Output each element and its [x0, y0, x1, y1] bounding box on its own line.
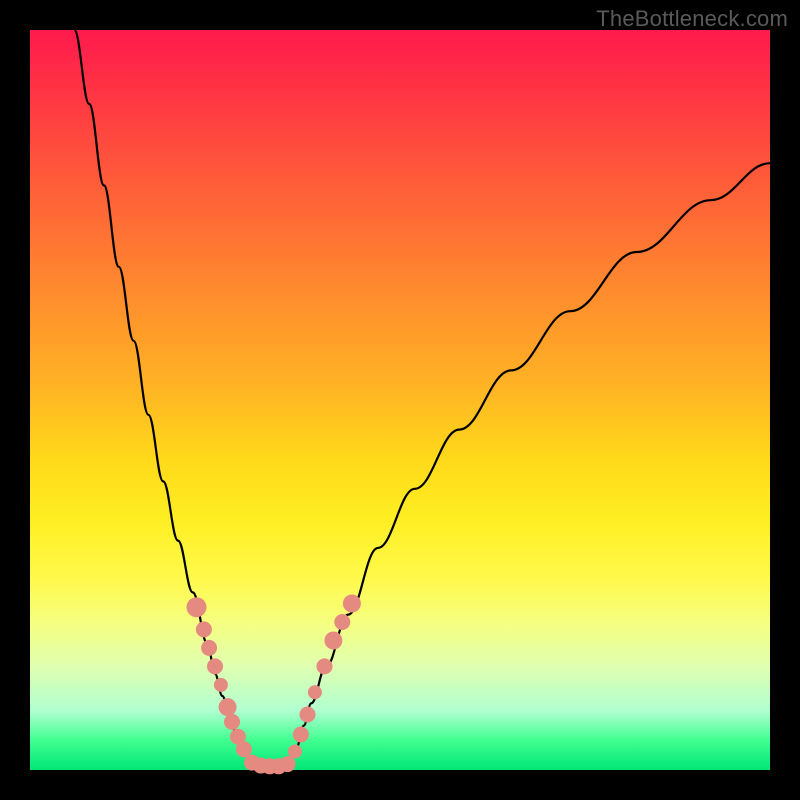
- marker-left-2: [201, 640, 217, 656]
- marker-right-2: [300, 707, 316, 723]
- chart-frame: TheBottleneck.com: [0, 0, 800, 800]
- marker-left-8: [236, 741, 252, 757]
- marker-group: [187, 595, 361, 775]
- marker-right-7: [343, 595, 361, 613]
- chart-svg: [30, 30, 770, 770]
- marker-right-4: [317, 658, 333, 674]
- plot-area: [30, 30, 770, 770]
- marker-right-0: [288, 745, 302, 759]
- marker-left-5: [219, 698, 237, 716]
- marker-right-3: [308, 685, 322, 699]
- marker-left-4: [214, 678, 228, 692]
- marker-right-1: [293, 726, 309, 742]
- marker-bottom-4: [280, 756, 296, 772]
- marker-left-6: [224, 714, 240, 730]
- marker-left-1: [196, 621, 212, 637]
- marker-right-6: [334, 614, 350, 630]
- curve-right: [289, 163, 770, 762]
- marker-right-5: [324, 632, 342, 650]
- watermark-text: TheBottleneck.com: [596, 6, 788, 32]
- marker-left-3: [207, 658, 223, 674]
- curve-left: [74, 30, 252, 763]
- marker-left-0: [187, 597, 207, 617]
